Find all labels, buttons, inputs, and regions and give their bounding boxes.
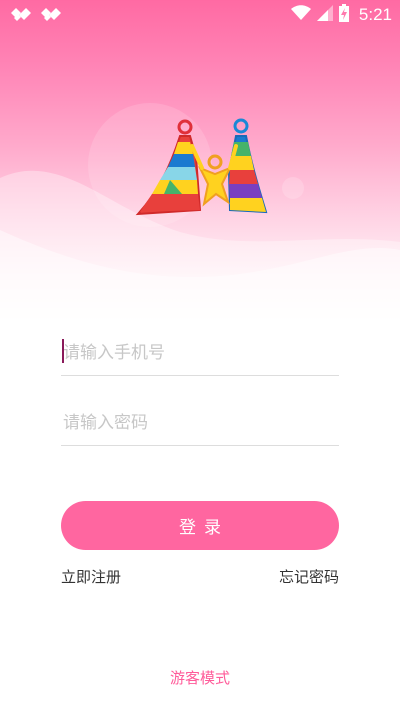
status-bar: 5:21 bbox=[0, 0, 400, 30]
text-cursor bbox=[62, 339, 64, 363]
phone-input[interactable] bbox=[61, 330, 339, 375]
register-link[interactable]: 立即注册 bbox=[61, 566, 121, 587]
battery-charging-icon bbox=[338, 4, 349, 26]
notification-icon bbox=[40, 5, 62, 25]
notification-icon bbox=[10, 5, 32, 25]
forgot-password-link[interactable]: 忘记密码 bbox=[279, 566, 339, 587]
phone-field[interactable] bbox=[61, 330, 339, 376]
guest-mode-link[interactable]: 游客模式 bbox=[0, 667, 400, 688]
wifi-icon bbox=[290, 5, 311, 25]
password-field[interactable] bbox=[61, 400, 339, 446]
signal-icon bbox=[316, 5, 333, 25]
login-screen: 5:21 请输入手机号 登录 立即注册 忘记密码 游客模式 bbox=[0, 0, 400, 710]
login-button[interactable]: 登录 bbox=[61, 501, 339, 550]
status-time: 5:21 bbox=[358, 5, 392, 24]
family-m-logo-icon bbox=[130, 112, 270, 224]
password-input[interactable] bbox=[61, 400, 339, 445]
